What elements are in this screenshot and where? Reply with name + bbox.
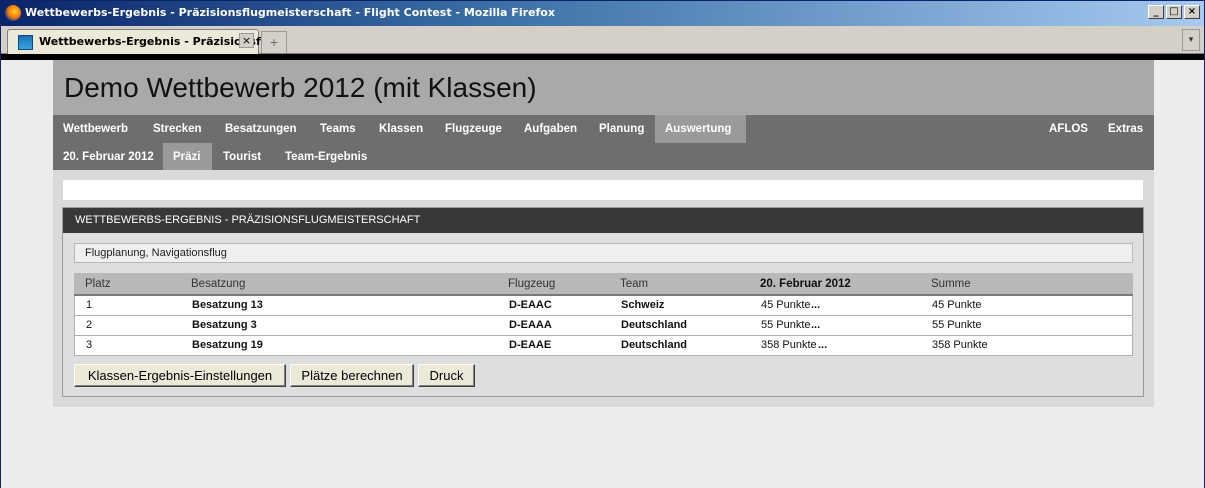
subnav-item-praezi[interactable]: Präzi — [163, 143, 212, 170]
firefox-icon — [5, 5, 21, 21]
main-navigation: Wettbewerb Strecken Besatzungen Teams Kl… — [53, 115, 1154, 143]
table-row: 1 Besatzung 13 D-EAAC Schweiz 45 Punkte … — [74, 296, 1133, 316]
page-viewport[interactable]: Demo Wettbewerb 2012 (mit Klassen) Wettb… — [1, 60, 1204, 488]
cell-wertung: 45 Punkte — [761, 299, 811, 311]
cell-summe: 358 Punkte — [932, 339, 988, 351]
cell-team[interactable]: Schweiz — [621, 299, 664, 311]
results-panel: WETTBEWERBS-ERGEBNIS - PRÄZISIONSFLUGMEI… — [62, 207, 1144, 397]
minimize-button[interactable]: _ — [1148, 5, 1164, 19]
table-row: 3 Besatzung 19 D-EAAE Deutschland 358 Pu… — [74, 336, 1133, 356]
tab-strip: Wettbewerbs-Ergebnis - Präzisionsfl... ×… — [1, 26, 1204, 54]
column-header-besatzung: Besatzung — [191, 278, 246, 290]
nav-item-klassen[interactable]: Klassen — [369, 115, 435, 143]
nav-item-aflos[interactable]: AFLOS — [1041, 115, 1089, 143]
window-controls: _ □ × — [1148, 5, 1200, 19]
site-title: Demo Wettbewerb 2012 (mit Klassen) — [64, 72, 537, 103]
cell-besatzung[interactable]: Besatzung 13 — [192, 299, 263, 311]
nav-item-planung[interactable]: Planung — [589, 115, 655, 143]
result-subtitle-box: Flugplanung, Navigationsflug — [74, 243, 1133, 263]
cell-wertung: 358 Punkte — [761, 339, 817, 351]
cell-summe: 45 Punkte — [932, 299, 982, 311]
cell-platz: 2 — [86, 319, 93, 331]
nav-item-extras[interactable]: Extras — [1098, 115, 1154, 143]
cell-platz: 1 — [86, 299, 93, 311]
column-header-platz: Platz — [85, 278, 111, 290]
nav-item-wettbewerb[interactable]: Wettbewerb — [53, 115, 141, 143]
tab-close-icon[interactable]: × — [239, 33, 254, 48]
cell-team[interactable]: Deutschland — [621, 319, 687, 331]
column-header-team: Team — [620, 278, 649, 290]
site-header: Demo Wettbewerb 2012 (mit Klassen) — [53, 60, 1154, 115]
column-header-summe: Summe — [931, 278, 971, 290]
cell-flugzeug[interactable]: D-EAAE — [509, 339, 551, 351]
subnav-item-date[interactable]: 20. Februar 2012 — [53, 143, 163, 170]
tab-list-button[interactable]: ▾ — [1182, 29, 1200, 51]
results-table: Platz Besatzung Flugzeug Team 20. Februa… — [74, 273, 1133, 356]
nav-item-auswertung[interactable]: Auswertung — [655, 115, 746, 143]
sub-navigation: 20. Februar 2012 Präzi Tourist Team-Erge… — [53, 143, 1154, 170]
table-header: Platz Besatzung Flugzeug Team 20. Februa… — [74, 273, 1133, 296]
nav-item-aufgaben[interactable]: Aufgaben — [514, 115, 589, 143]
cell-platz: 3 — [86, 339, 93, 351]
subnav-item-tourist[interactable]: Tourist — [213, 143, 275, 170]
details-link[interactable]: ... — [811, 299, 820, 311]
cell-flugzeug[interactable]: D-EAAA — [509, 319, 552, 331]
page-container: Demo Wettbewerb 2012 (mit Klassen) Wettb… — [53, 60, 1154, 407]
cell-besatzung[interactable]: Besatzung 19 — [192, 339, 263, 351]
class-result-settings-button[interactable]: Klassen-Ergebnis-Einstellungen — [74, 364, 286, 387]
maximize-button[interactable]: □ — [1166, 5, 1182, 19]
nav-item-flugzeuge[interactable]: Flugzeuge — [435, 115, 515, 143]
window-title: Wettbewerbs-Ergebnis - Präzisionsflugmei… — [25, 6, 555, 19]
browser-window: Wettbewerbs-Ergebnis - Präzisionsflugmei… — [0, 0, 1205, 488]
print-button[interactable]: Druck — [418, 364, 475, 387]
table-row: 2 Besatzung 3 D-EAAA Deutschland 55 Punk… — [74, 316, 1133, 336]
nav-item-besatzungen[interactable]: Besatzungen — [215, 115, 310, 143]
new-tab-button[interactable]: + — [261, 31, 287, 53]
window-titlebar[interactable]: Wettbewerbs-Ergebnis - Präzisionsflugmei… — [1, 1, 1204, 26]
cell-summe: 55 Punkte — [932, 319, 982, 331]
cell-flugzeug[interactable]: D-EAAC — [509, 299, 552, 311]
close-button[interactable]: × — [1184, 5, 1200, 19]
cell-team[interactable]: Deutschland — [621, 339, 687, 351]
panel-header: WETTBEWERBS-ERGEBNIS - PRÄZISIONSFLUGMEI… — [63, 208, 1143, 233]
subnav-item-team-ergebnis[interactable]: Team-Ergebnis — [275, 143, 375, 170]
result-subtitle: Flugplanung, Navigationsflug — [85, 247, 227, 259]
column-header-date: 20. Februar 2012 — [760, 278, 851, 290]
nav-item-strecken[interactable]: Strecken — [143, 115, 215, 143]
column-header-flugzeug: Flugzeug — [508, 278, 556, 290]
nav-item-teams[interactable]: Teams — [310, 115, 370, 143]
site-favicon-icon — [18, 35, 33, 50]
calculate-places-button[interactable]: Plätze berechnen — [290, 364, 414, 387]
details-link[interactable]: ... — [818, 339, 827, 351]
browser-tab[interactable]: Wettbewerbs-Ergebnis - Präzisionsfl... × — [7, 29, 277, 54]
cell-wertung: 55 Punkte — [761, 319, 811, 331]
panel-title: WETTBEWERBS-ERGEBNIS - PRÄZISIONSFLUGMEI… — [75, 214, 421, 226]
details-link[interactable]: ... — [811, 319, 820, 331]
message-bar — [63, 180, 1143, 200]
cell-besatzung[interactable]: Besatzung 3 — [192, 319, 257, 331]
